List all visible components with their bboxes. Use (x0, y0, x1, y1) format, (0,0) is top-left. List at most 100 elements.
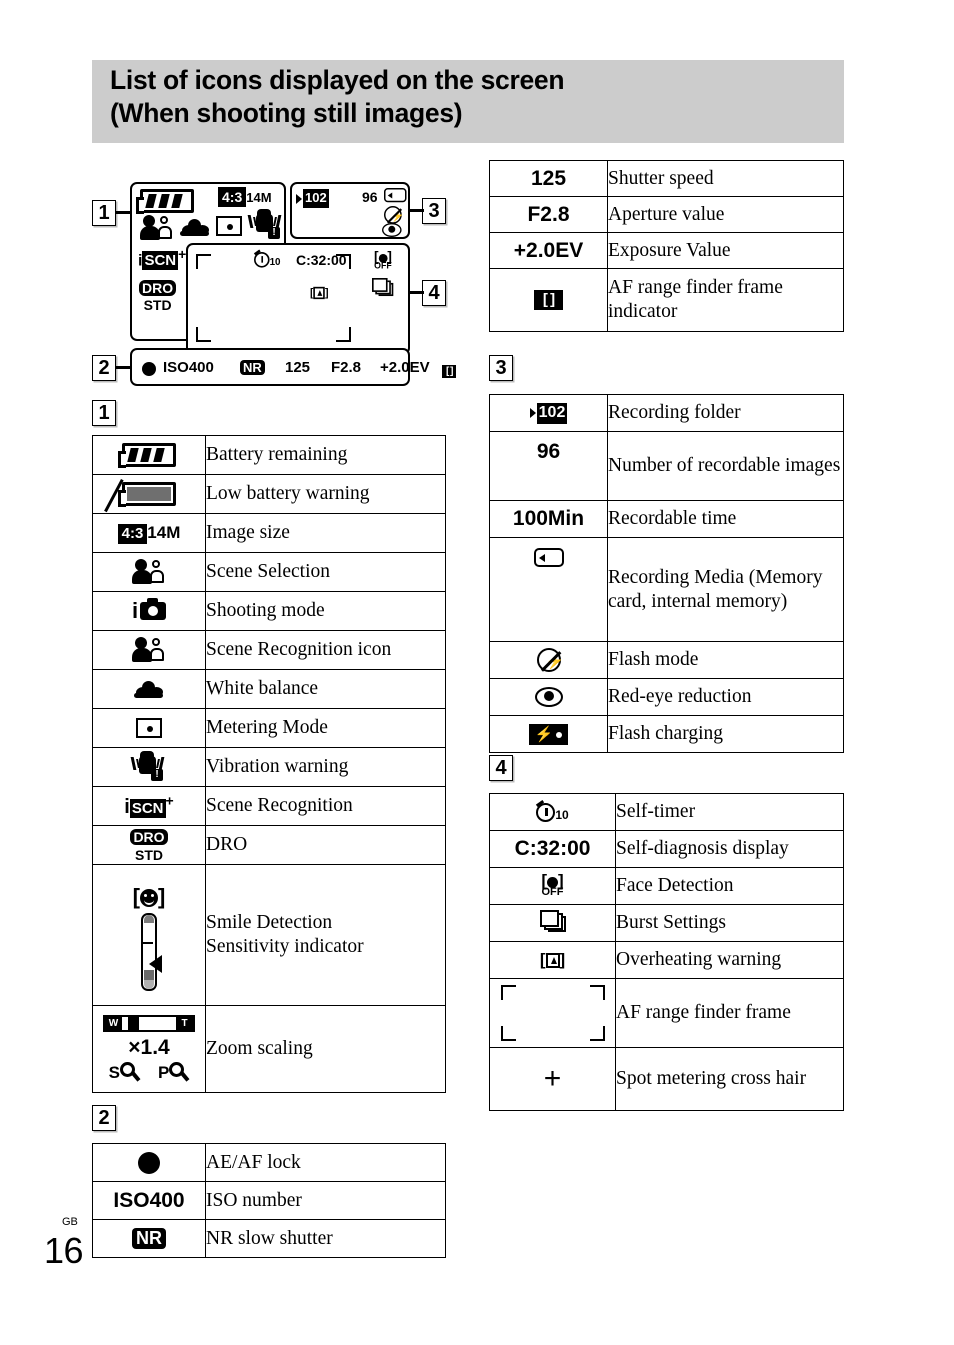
ae-af-lock-icon (92, 1143, 206, 1182)
row-label: Scene Recognition (205, 786, 446, 826)
flash-charging-icon: ⚡ (489, 715, 608, 753)
shooting-mode-icon: i (92, 591, 206, 631)
dro-label: DRO (130, 828, 168, 845)
row-label: Scene Recognition icon (205, 630, 446, 670)
row-label: Scene Selection (205, 552, 446, 592)
row-label: Flash charging (607, 715, 844, 753)
zoom-tele-label: T (176, 1016, 193, 1030)
burst-settings-icon (489, 904, 616, 942)
row-label: Recording folder (607, 394, 844, 432)
dro-label: DRO (139, 280, 177, 296)
row-label: Zoom scaling (205, 1005, 446, 1093)
face-detection-off-label: OFF (374, 261, 392, 271)
table-row: Battery remaining (92, 435, 446, 475)
row-label: AF range finder frame indicator (607, 268, 844, 332)
section-marker-3: 3 (489, 355, 513, 381)
shutter-speed-value: 125 (489, 160, 608, 197)
table-section-4: 10 Self-timer C:32:00 Self-diagnosis dis… (489, 793, 844, 1111)
lcd-recordable-images: 96 (362, 189, 378, 205)
row-label: Low battery warning (205, 474, 446, 514)
self-diagnosis-value: C:32:00 (489, 830, 616, 868)
image-size-value: 14M (147, 522, 181, 542)
table-row: C:32:00 Self-diagnosis display (489, 830, 844, 868)
row-label: Burst Settings (615, 904, 844, 942)
lcd-shutter-speed: 125 (285, 359, 311, 376)
spot-metering-cross-hair-icon: + (489, 1047, 616, 1111)
row-label: Aperture value (607, 196, 844, 233)
aspect-ratio-chip: 4:3 (218, 187, 247, 207)
row-label: Number of recordable images (607, 431, 844, 501)
vibration-warning-icon: ! (92, 747, 206, 787)
marker-1: 1 (92, 200, 116, 226)
table-row: + Spot metering cross hair (489, 1047, 844, 1111)
table-row: ⚡ Flash charging (489, 715, 844, 753)
table-row: Low battery warning (92, 474, 446, 514)
lcd-scene-selection-icon (140, 214, 174, 242)
leader-line-3 (408, 209, 424, 212)
row-label: Metering Mode (205, 708, 446, 748)
iscn-i: i (124, 796, 130, 819)
battery-remaining-icon (92, 435, 206, 475)
lcd-battery-icon (136, 189, 194, 214)
lcd-aperture: F2.8 (331, 359, 362, 376)
zoom-wide-label: W (105, 1016, 122, 1030)
white-balance-icon (92, 669, 206, 709)
lcd-white-balance-icon (180, 218, 210, 236)
dro-std-label: STD (135, 846, 163, 863)
section-marker-2: 2 (92, 1105, 116, 1131)
table-row: i Shooting mode (92, 591, 446, 631)
smile-detection-icon: [] (92, 864, 206, 1006)
overheating-warning-icon: [] (489, 941, 616, 979)
table-row: ⚡ Flash mode (489, 641, 844, 679)
precision-zoom-icon (169, 1061, 190, 1084)
table-row: 10 Self-timer (489, 793, 844, 831)
marker-4: 4 (422, 280, 446, 306)
lcd-nr-icon: NR (240, 359, 265, 377)
row-label: Recording Media (Memory card, internal m… (607, 537, 844, 642)
lcd-scene-recognition-icon: i SCN + (138, 246, 186, 271)
lcd-overheating-warning-icon: [] (310, 286, 329, 300)
page-number: 16 (44, 1230, 84, 1271)
table-row: F2.8 Aperture value (489, 196, 844, 233)
face-detection-icon: [] OFF (489, 867, 616, 905)
lcd-exposure-value: +2.0EV (380, 359, 430, 376)
table-row: Scene Recognition icon (92, 630, 446, 670)
red-eye-reduction-icon (489, 678, 608, 716)
row-label: Shooting mode (205, 591, 446, 631)
iscn-plus: + (165, 792, 174, 809)
recordable-time-value: 100Min (489, 500, 608, 538)
metering-mode-icon (92, 708, 206, 748)
table-row: [] Overheating warning (489, 941, 844, 979)
lcd-self-diagnosis: C:32:00 (296, 252, 347, 268)
image-size-value: 14M (246, 190, 272, 205)
table-row: +2.0EV Exposure Value (489, 232, 844, 269)
row-label: Exposure Value (607, 232, 844, 269)
smart-zoom-label: S (108, 1062, 120, 1082)
row-label: AE/AF lock (205, 1143, 446, 1182)
image-size-icon: 4:3 14M (92, 513, 206, 553)
table-section-3: 102 Recording folder 96 Number of record… (489, 394, 844, 753)
table-row: 96 Number of recordable images (489, 431, 844, 501)
table-row: W T ×1.4 S P Zoom scaling (92, 1005, 446, 1093)
flash-mode-icon: ⚡ (489, 641, 608, 679)
table-row: Red-eye reduction (489, 678, 844, 716)
page-title: List of icons displayed on the screen (W… (110, 65, 565, 128)
marker-2: 2 (92, 355, 116, 381)
lcd-dro-icon: DRO STD (139, 280, 177, 312)
scene-recognition-icon (92, 630, 206, 670)
self-timer-seconds: 10 (555, 807, 569, 822)
row-label: Recordable time (607, 500, 844, 538)
section-marker-1: 1 (92, 400, 116, 426)
table-row: 102 Recording folder (489, 394, 844, 432)
row-label: ISO number (205, 1181, 446, 1220)
aperture-value: F2.8 (489, 196, 608, 233)
lcd-face-detection-icon: [] OFF (374, 249, 392, 271)
row-label: Battery remaining (205, 435, 446, 475)
table-row: DRO STD DRO (92, 825, 446, 865)
lcd-recording-folder-icon: 102 (296, 189, 329, 208)
smart-zoom-icon (120, 1061, 141, 1084)
self-timer-icon: 10 (489, 793, 616, 831)
scene-recognition-iscn-icon: i SCN + (92, 786, 206, 826)
face-detection-off-label: OFF (541, 886, 564, 898)
scene-selection-icon (92, 552, 206, 592)
